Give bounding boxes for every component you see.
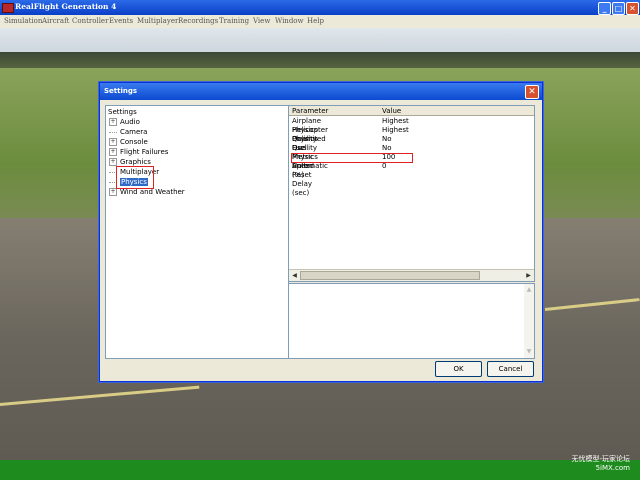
expand-icon[interactable]: + <box>109 118 117 126</box>
scroll-left-icon[interactable]: ◀ <box>290 271 299 280</box>
tree-item-camera[interactable]: Camera <box>109 127 147 137</box>
param-value: No <box>382 144 392 152</box>
menu-view[interactable]: View <box>253 17 270 25</box>
scroll-down-icon[interactable]: ▼ <box>525 348 533 356</box>
param-value: Highest <box>382 126 409 134</box>
tree-item-label: Camera <box>120 128 148 136</box>
menu-window[interactable]: Window <box>275 17 304 25</box>
param-name: Automatic Reset Delay (sec) <box>292 162 328 197</box>
expand-icon[interactable]: + <box>109 148 117 156</box>
menu-events[interactable]: Events <box>109 17 133 25</box>
menu-controller[interactable]: Controller <box>72 17 108 25</box>
description-pane: ▲ ▼ <box>288 283 535 359</box>
cancel-button[interactable]: Cancel <box>487 361 534 377</box>
scroll-thumb[interactable] <box>300 271 480 280</box>
maximize-button[interactable]: □ <box>612 2 625 15</box>
menu-training[interactable]: Training <box>219 17 249 25</box>
scroll-right-icon[interactable]: ▶ <box>524 271 533 280</box>
treeline <box>0 52 640 68</box>
tree-item-audio[interactable]: + Audio <box>109 117 140 127</box>
ok-button[interactable]: OK <box>435 361 482 377</box>
dialog-close-button[interactable]: ✕ <box>525 85 539 99</box>
menu-multiplayer[interactable]: Multiplayer <box>137 17 178 25</box>
grid-header: Parameter Value <box>289 106 534 116</box>
tree-item-flight-failures[interactable]: + Flight Failures <box>109 147 168 157</box>
menu-simulation[interactable]: Simulation <box>4 17 42 25</box>
scroll-up-icon[interactable]: ▲ <box>525 286 533 294</box>
settings-dialog: Settings ✕ Settings + Audio Camera + Conso… <box>99 82 543 382</box>
highlight-box <box>116 166 154 189</box>
column-header-parameter[interactable]: Parameter <box>292 107 328 115</box>
menu-help[interactable]: Help <box>307 17 324 25</box>
highlight-box <box>291 153 413 163</box>
app-icon <box>2 3 14 13</box>
vertical-scrollbar[interactable]: ▲ ▼ <box>524 284 534 358</box>
app-title: RealFlight Generation 4 <box>15 2 117 11</box>
tree-item-label: Wind and Weather <box>120 188 185 196</box>
watermark-line1: 无忧模型-玩家论坛 <box>571 455 630 463</box>
tree-line <box>109 131 117 133</box>
tree-item-console[interactable]: + Console <box>109 137 148 147</box>
menu-aircraft[interactable]: Aircraft <box>42 17 69 25</box>
watermark: 无忧模型-玩家论坛 5iMX.com <box>571 455 630 473</box>
tree-item-label: Audio <box>120 118 140 126</box>
expand-icon[interactable]: + <box>109 188 117 196</box>
menu-bar: Simulation Aircraft Controller Events Mu… <box>0 15 640 29</box>
tree-root: Settings <box>108 108 137 116</box>
dialog-titlebar: Settings ✕ <box>100 83 542 100</box>
tree-item-label: Console <box>120 138 148 146</box>
expand-icon[interactable]: + <box>109 158 117 166</box>
expand-icon[interactable]: + <box>109 138 117 146</box>
parameter-grid: Parameter Value Airplane Physics Quality… <box>288 105 535 282</box>
menu-recordings[interactable]: Recordings <box>178 17 218 25</box>
column-header-value[interactable]: Value <box>382 107 401 115</box>
tree-item-label: Flight Failures <box>120 148 169 156</box>
status-bar <box>0 460 640 480</box>
tree-item-label: Graphics <box>120 158 151 166</box>
settings-tree: Settings + Audio Camera + Console + Flight … <box>105 105 289 359</box>
horizontal-scrollbar[interactable]: ◀ ▶ <box>289 269 534 281</box>
param-value: No <box>382 135 392 143</box>
dialog-title: Settings <box>104 87 138 95</box>
param-value: Highest <box>382 117 409 125</box>
minimize-button[interactable]: _ <box>598 2 611 15</box>
close-button[interactable]: ✕ <box>626 2 639 15</box>
watermark-line2: 5iMX.com <box>595 464 630 472</box>
app-titlebar: RealFlight Generation 4 _ □ ✕ <box>0 0 640 15</box>
param-value: 0 <box>382 162 387 170</box>
